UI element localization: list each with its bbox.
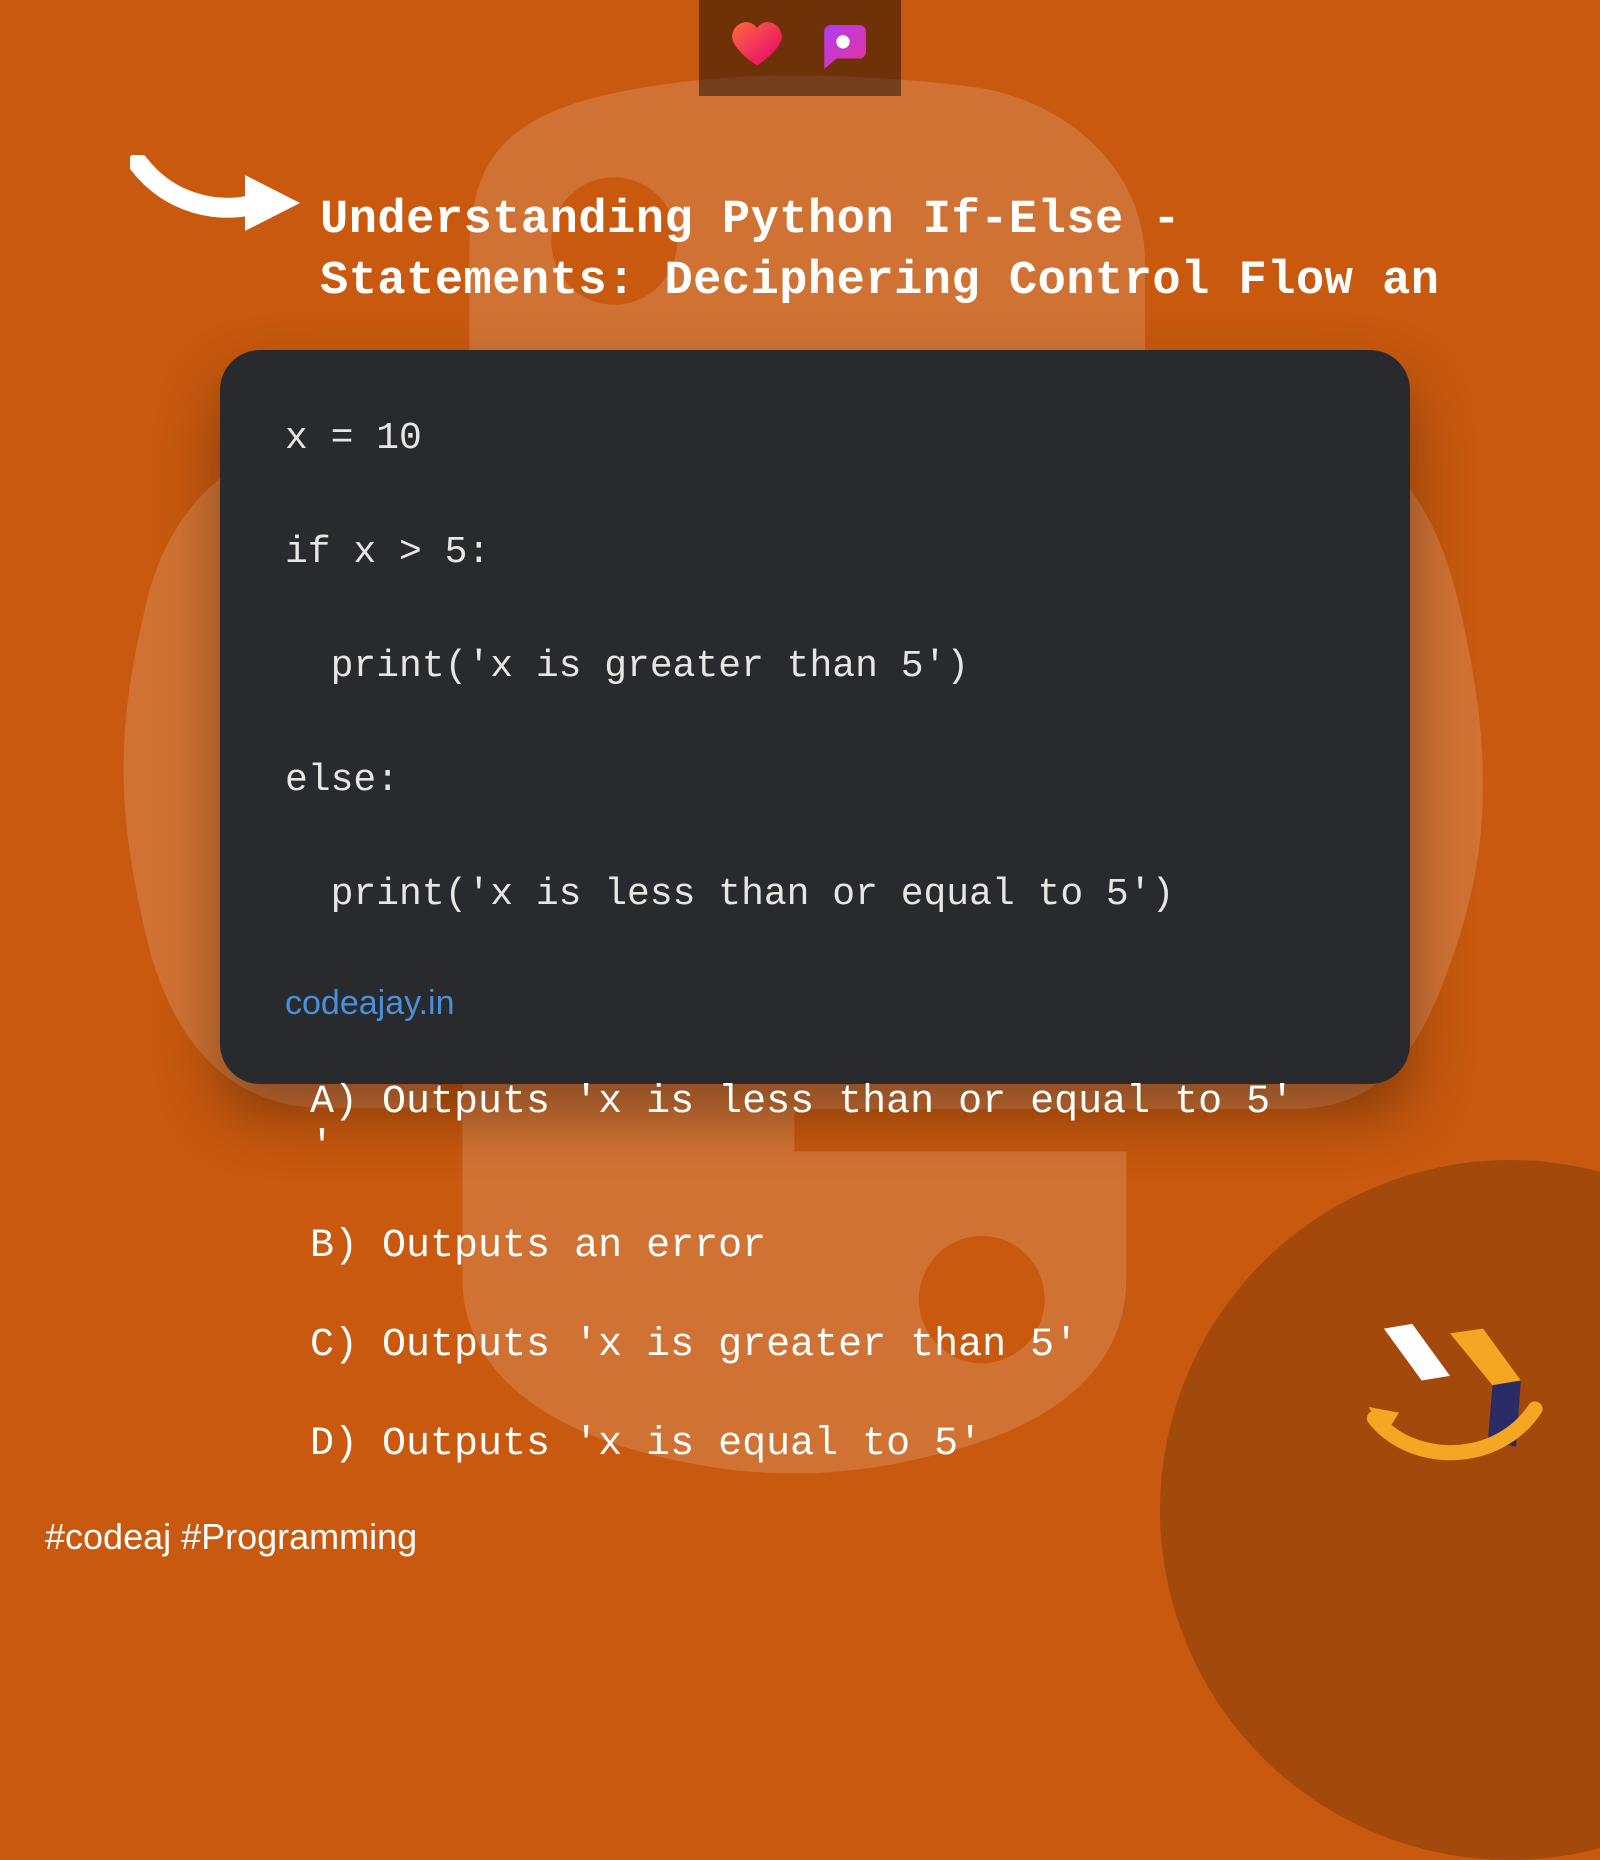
heart-icon[interactable]	[729, 18, 785, 74]
arrow-icon	[130, 155, 305, 250]
source-link[interactable]: codeajay.in	[285, 978, 1345, 1029]
code-block: x = 10 if x > 5: print('x is greater tha…	[220, 350, 1410, 1084]
title-line-2: Statements: Deciphering Control Flow an	[320, 255, 1439, 308]
brand-logo	[1355, 1305, 1545, 1480]
reaction-tray	[699, 0, 901, 96]
chat-icon[interactable]	[815, 18, 871, 74]
title-line-1: Understanding Python If-Else -	[320, 194, 1181, 247]
option-b[interactable]: B) Outputs an error	[310, 1224, 1540, 1269]
code-content: x = 10 if x > 5: print('x is greater tha…	[285, 410, 1345, 923]
option-a[interactable]: A) Outputs 'x is less than or equal to 5…	[310, 1080, 1540, 1170]
hashtags: #codeaj #Programming	[45, 1516, 417, 1558]
page-title: Understanding Python If-Else - Statement…	[320, 190, 1600, 312]
